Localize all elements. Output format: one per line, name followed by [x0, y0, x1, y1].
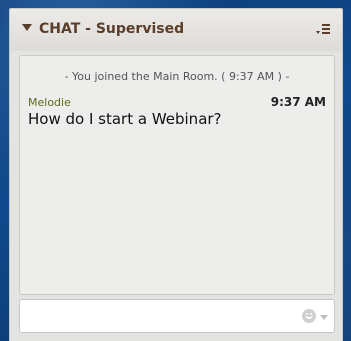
message-sender: Melodie	[28, 96, 71, 109]
chat-input[interactable]	[19, 299, 335, 333]
options-menu-icon[interactable]	[316, 24, 330, 36]
chat-panel: CHAT - Supervised - You joined the Main …	[9, 8, 343, 341]
chat-title: CHAT - Supervised	[39, 21, 185, 37]
emoji-icon	[302, 309, 316, 323]
message-text: How do I start a Webinar?	[28, 110, 222, 128]
chat-header: CHAT - Supervised	[10, 9, 342, 51]
emoji-picker-button[interactable]	[302, 309, 328, 325]
chat-messages-area[interactable]: - You joined the Main Room. ( 9:37 AM ) …	[19, 55, 335, 295]
message-timestamp: 9:37 AM	[270, 95, 326, 109]
collapse-triangle-icon[interactable]	[22, 24, 32, 31]
chevron-down-icon	[320, 315, 328, 320]
system-message: - You joined the Main Room. ( 9:37 AM ) …	[64, 70, 290, 83]
